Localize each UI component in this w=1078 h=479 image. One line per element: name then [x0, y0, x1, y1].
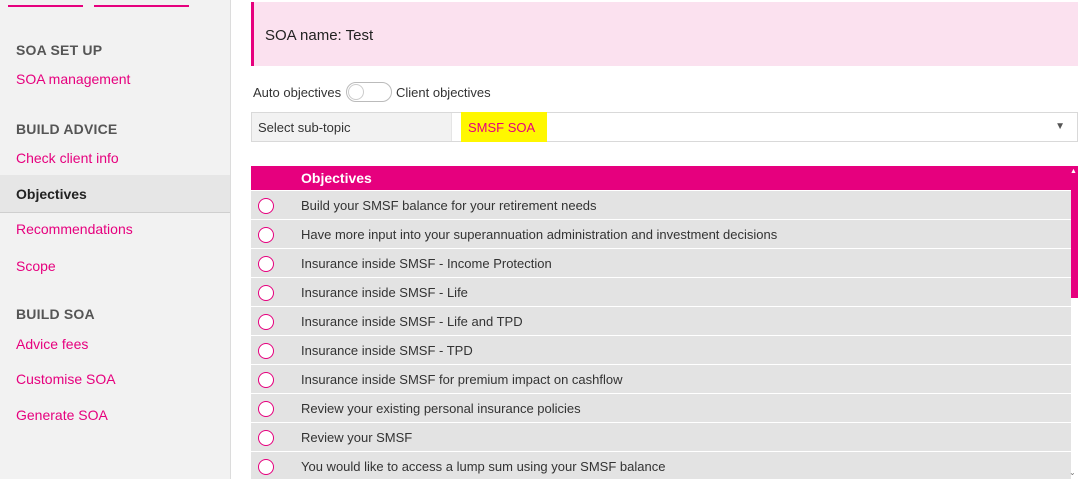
section-heading-build-soa: BUILD SOA: [16, 306, 95, 322]
client-objectives-label: Client objectives: [396, 85, 491, 100]
auto-objectives-label: Auto objectives: [253, 85, 342, 100]
radio-icon[interactable]: [258, 430, 274, 446]
soa-name-banner: SOA name: Test: [251, 2, 1078, 66]
objectives-table-header: Objectives: [251, 166, 1071, 190]
subtopic-value[interactable]: SMSF SOA: [468, 120, 535, 135]
objective-text: Insurance inside SMSF - Life: [301, 285, 468, 300]
sidebar-item-scope[interactable]: Scope: [16, 258, 56, 274]
objective-text: You would like to access a lump sum usin…: [301, 459, 666, 474]
subtopic-label: Select sub-topic: [258, 120, 351, 135]
radio-icon[interactable]: [258, 343, 274, 359]
table-row[interactable]: Insurance inside SMSF - Life: [251, 278, 1071, 307]
radio-icon[interactable]: [258, 401, 274, 417]
sidebar-item-soa-management[interactable]: SOA management: [16, 71, 130, 87]
subtopic-select[interactable]: Select sub-topic SMSF SOA ▼: [251, 112, 1078, 142]
table-row[interactable]: Have more input into your superannuation…: [251, 220, 1071, 249]
objective-text: Insurance inside SMSF - TPD: [301, 343, 473, 358]
scroll-down-icon[interactable]: ⌄: [1069, 468, 1078, 478]
sidebar-item-recommendations[interactable]: Recommendations: [16, 221, 133, 237]
radio-icon[interactable]: [258, 227, 274, 243]
sidebar-item-advice-fees[interactable]: Advice fees: [16, 336, 88, 352]
top-link-1[interactable]: [8, 5, 83, 7]
scrollbar-accent[interactable]: [1071, 166, 1078, 298]
objective-text: Insurance inside SMSF for premium impact…: [301, 372, 623, 387]
sidebar: SOA SET UP SOA management BUILD ADVICE C…: [0, 0, 231, 479]
subtopic-label-cell: Select sub-topic: [252, 113, 452, 141]
table-row[interactable]: Insurance inside SMSF - Income Protectio…: [251, 249, 1071, 278]
section-heading-soa-set-up: SOA SET UP: [16, 42, 103, 58]
objective-text: Insurance inside SMSF - Life and TPD: [301, 314, 523, 329]
table-row[interactable]: You would like to access a lump sum usin…: [251, 452, 1071, 479]
table-row[interactable]: Insurance inside SMSF - Life and TPD: [251, 307, 1071, 336]
sidebar-item-objectives[interactable]: Objectives: [0, 175, 230, 213]
soa-name: SOA name: Test: [265, 27, 374, 44]
radio-icon[interactable]: [258, 372, 274, 388]
sidebar-item-label: Objectives: [16, 186, 87, 202]
table-row[interactable]: Review your existing personal insurance …: [251, 394, 1071, 423]
sidebar-item-check-client-info[interactable]: Check client info: [16, 150, 119, 166]
objective-text: Have more input into your superannuation…: [301, 227, 778, 242]
toggle-knob: [348, 84, 364, 100]
table-row[interactable]: Build your SMSF balance for your retirem…: [251, 191, 1071, 220]
objective-mode-toggle[interactable]: [346, 82, 392, 102]
chevron-down-icon[interactable]: ▼: [1055, 121, 1065, 132]
main-content: SOA name: Test Auto objectives Client ob…: [251, 0, 1078, 479]
scroll-up-icon[interactable]: ▲: [1070, 168, 1078, 176]
table-row[interactable]: Insurance inside SMSF for premium impact…: [251, 365, 1071, 394]
objectives-header-label: Objectives: [301, 170, 372, 186]
radio-icon[interactable]: [258, 459, 274, 475]
sidebar-item-generate-soa[interactable]: Generate SOA: [16, 407, 108, 423]
radio-icon[interactable]: [258, 285, 274, 301]
objective-text: Review your SMSF: [301, 430, 413, 445]
objective-text: Build your SMSF balance for your retirem…: [301, 198, 597, 213]
top-cut-links: [8, 0, 190, 8]
radio-icon[interactable]: [258, 198, 274, 214]
radio-icon[interactable]: [258, 256, 274, 272]
top-link-2[interactable]: [94, 5, 189, 7]
section-heading-build-advice: BUILD ADVICE: [16, 121, 118, 137]
sidebar-item-customise-soa[interactable]: Customise SOA: [16, 371, 116, 387]
objective-text: Review your existing personal insurance …: [301, 401, 581, 416]
table-row[interactable]: Insurance inside SMSF - TPD: [251, 336, 1071, 365]
objective-text: Insurance inside SMSF - Income Protectio…: [301, 256, 552, 271]
radio-icon[interactable]: [258, 314, 274, 330]
table-row[interactable]: Review your SMSF: [251, 423, 1071, 452]
